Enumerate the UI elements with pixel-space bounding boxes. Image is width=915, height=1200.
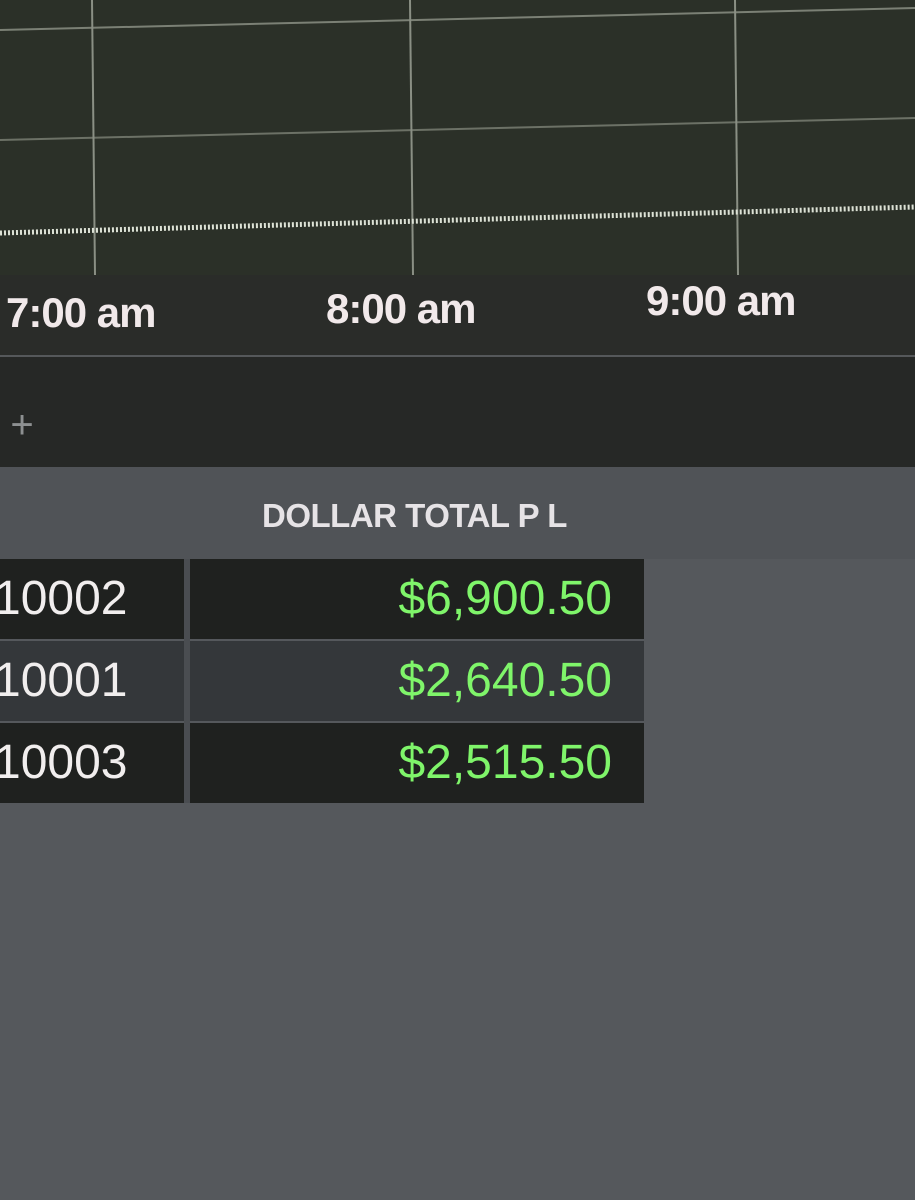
account-id-cell: 10002 (0, 559, 184, 639)
account-id-cell: 10001 (0, 641, 184, 721)
dollar-total-pl-cell: $2,640.50 (190, 641, 644, 721)
grid-line-vertical (409, 0, 414, 275)
grid-line-horizontal (0, 7, 915, 31)
table-row[interactable]: 10002 $6,900.50 (0, 559, 645, 639)
series-line (0, 204, 915, 236)
column-divider[interactable] (184, 559, 190, 803)
add-tab-button[interactable]: + (2, 405, 42, 445)
grid-line-vertical (734, 0, 739, 275)
table-row[interactable]: 10003 $2,515.50 (0, 723, 645, 803)
dollar-total-pl-cell: $6,900.50 (190, 559, 644, 639)
grid-line-horizontal (0, 117, 915, 141)
time-axis: 7:00 am 8:00 am 9:00 am (0, 275, 915, 357)
trading-screen: 7:00 am 8:00 am 9:00 am + DOLLAR TOTAL P… (0, 0, 915, 1200)
time-label-7am: 7:00 am (6, 289, 156, 336)
tab-strip (0, 357, 915, 467)
pl-grid-panel: DOLLAR TOTAL P L 10002 $6,900.50 10001 $… (0, 467, 915, 1200)
dollar-total-pl-cell: $2,515.50 (190, 723, 644, 803)
chart-panel[interactable] (0, 0, 915, 275)
account-id-cell: 10003 (0, 723, 184, 803)
table-row[interactable]: 10001 $2,640.50 (0, 641, 645, 721)
column-header-dollar-total-pl[interactable]: DOLLAR TOTAL P L (262, 497, 612, 535)
time-label-8am: 8:00 am (326, 285, 476, 332)
chart-plot (0, 0, 915, 275)
time-label-9am: 9:00 am (646, 277, 796, 324)
